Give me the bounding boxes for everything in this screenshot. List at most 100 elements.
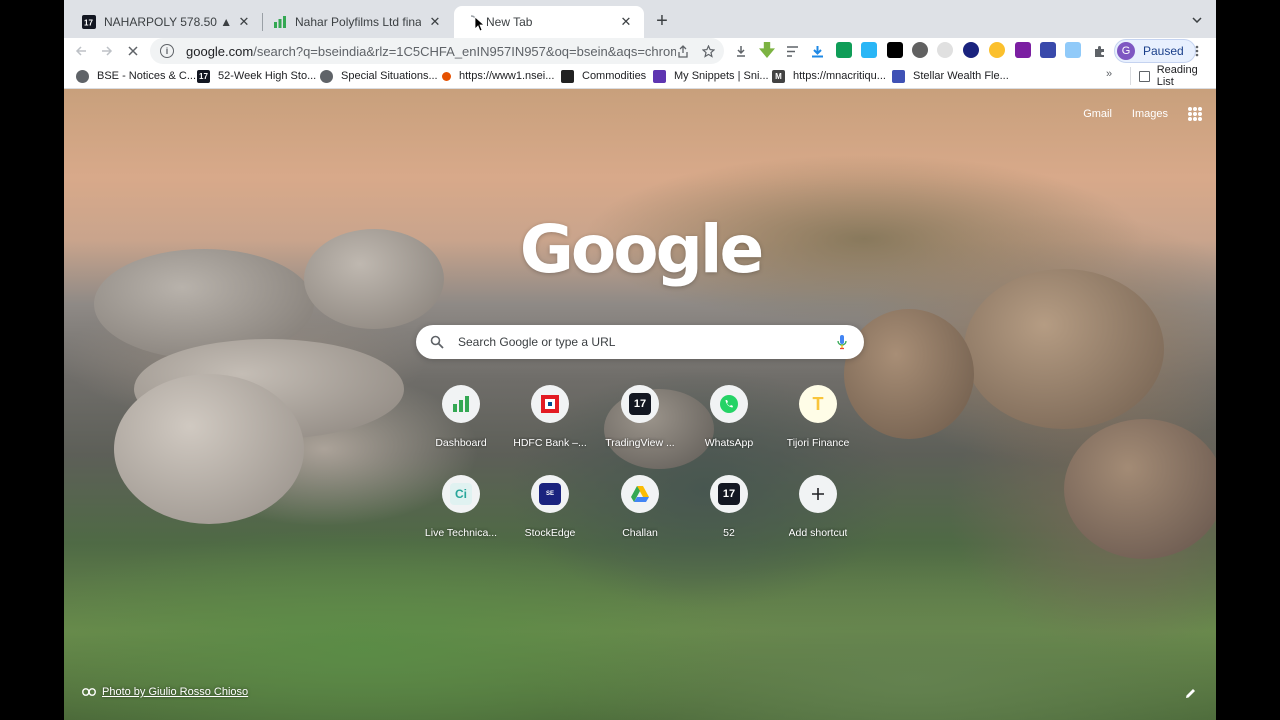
bookmark-item[interactable]: My Snippets | Sni... bbox=[653, 67, 769, 85]
tab-title: NAHARPOLY 578.50 ▲ +1.99% Unnamed bbox=[104, 15, 230, 29]
mna-icon: M bbox=[772, 69, 785, 83]
google-apps-grid-icon[interactable] bbox=[1188, 107, 1202, 121]
extension-sort-icon[interactable] bbox=[783, 42, 801, 60]
extension-gray-icon[interactable] bbox=[912, 42, 928, 58]
url-text[interactable]: google.com/search?q=bseindia&rlz=1C5CHFA… bbox=[186, 44, 676, 59]
bookmark-item[interactable]: Stellar Wealth Fle... bbox=[892, 67, 1009, 85]
bookmark-item[interactable]: https://www1.nsei... bbox=[442, 67, 554, 85]
reading-list-button[interactable]: Reading List bbox=[1130, 64, 1216, 88]
extension-puzzle-blue-icon[interactable] bbox=[1040, 42, 1056, 58]
share-icon[interactable] bbox=[674, 42, 692, 60]
background-rock bbox=[114, 374, 304, 524]
extension-light-blue-icon[interactable] bbox=[1065, 42, 1081, 58]
ntp-search-box[interactable] bbox=[416, 325, 864, 359]
shortcut-live-technical[interactable]: Ci Live Technica... bbox=[416, 469, 506, 553]
shortcut-icon-circle bbox=[799, 475, 837, 513]
shortcut-52[interactable]: 17 52 bbox=[684, 469, 774, 553]
tab-nahar-polyfilms[interactable]: Nahar Polyfilms Ltd financial results ✕ bbox=[263, 6, 453, 38]
close-icon[interactable]: ✕ bbox=[618, 14, 634, 30]
bookmark-label: My Snippets | Sni... bbox=[674, 70, 769, 82]
stop-loading-button[interactable] bbox=[122, 40, 144, 62]
extension-green-grid-icon[interactable] bbox=[836, 42, 852, 58]
whatsapp-icon bbox=[720, 395, 738, 413]
toolbar: i google.com/search?q=bseindia&rlz=1C5CH… bbox=[64, 38, 1216, 64]
google-logo: Google bbox=[519, 210, 765, 288]
bookmark-label: 52-Week High Sto... bbox=[218, 70, 317, 82]
tab-strip: 17 NAHARPOLY 578.50 ▲ +1.99% Unnamed ✕ N… bbox=[64, 0, 1216, 38]
more-menu-icon[interactable] bbox=[1188, 42, 1206, 60]
shortcut-whatsapp[interactable]: WhatsApp bbox=[684, 379, 774, 463]
shortcut-challan[interactable]: Challan bbox=[595, 469, 685, 553]
extension-black-icon[interactable] bbox=[887, 42, 903, 58]
shortcut-icon-circle: Ci bbox=[442, 475, 480, 513]
bookmark-label: Special Situations... bbox=[341, 70, 438, 82]
extension-yellow-circle-icon[interactable] bbox=[989, 42, 1005, 58]
shortcut-label: HDFC Bank –... bbox=[513, 437, 587, 449]
shortcut-icon-circle: 17 bbox=[710, 475, 748, 513]
extension-blue-download-icon[interactable] bbox=[808, 42, 826, 60]
forward-button[interactable] bbox=[96, 40, 118, 62]
bookmark-item[interactable]: 17 52-Week High Sto... bbox=[197, 67, 316, 85]
microphone-icon[interactable] bbox=[836, 334, 848, 350]
tab-title: Nahar Polyfilms Ltd financial results bbox=[295, 15, 421, 29]
shortcut-label: Add shortcut bbox=[788, 527, 848, 539]
shortcut-label: StockEdge bbox=[524, 527, 576, 539]
shortcut-stockedge[interactable]: SE StockEdge bbox=[505, 469, 595, 553]
url-host: google.com bbox=[186, 43, 254, 59]
info-icon[interactable]: i bbox=[160, 44, 174, 58]
ci-icon: Ci bbox=[450, 483, 472, 505]
commodities-icon bbox=[561, 69, 574, 83]
profile-paused-button[interactable]: G Paused bbox=[1114, 39, 1196, 63]
photo-attribution-link[interactable]: Photo by Giulio Rosso Chioso bbox=[82, 686, 248, 698]
images-link[interactable]: Images bbox=[1132, 108, 1168, 120]
bookmark-label: https://www1.nsei... bbox=[459, 70, 555, 82]
stellar-icon bbox=[892, 69, 905, 83]
add-shortcut-button[interactable]: Add shortcut bbox=[773, 469, 863, 553]
extensions-puzzle-icon[interactable] bbox=[1090, 42, 1108, 60]
nse-icon bbox=[442, 71, 451, 81]
shortcut-icon-circle: SE bbox=[531, 475, 569, 513]
bookmark-item[interactable]: BSE - Notices & C... bbox=[76, 67, 196, 85]
profile-status-label: Paused bbox=[1143, 44, 1184, 58]
extension-purple-icon[interactable] bbox=[1015, 42, 1031, 58]
avatar: G bbox=[1117, 42, 1135, 60]
shortcut-icon-circle: T bbox=[799, 385, 837, 423]
browser-window: 17 NAHARPOLY 578.50 ▲ +1.99% Unnamed ✕ N… bbox=[64, 0, 1216, 720]
shortcut-icon-circle bbox=[531, 385, 569, 423]
tab-title: New Tab bbox=[486, 15, 533, 29]
new-tab-button[interactable]: + bbox=[651, 10, 673, 32]
hdfc-icon bbox=[541, 395, 559, 413]
tijori-icon: T bbox=[812, 393, 824, 414]
shortcut-hdfc-bank[interactable]: HDFC Bank –... bbox=[505, 379, 595, 463]
download-icon[interactable] bbox=[732, 42, 750, 60]
tab-naharpoly[interactable]: 17 NAHARPOLY 578.50 ▲ +1.99% Unnamed ✕ bbox=[72, 6, 262, 38]
close-icon[interactable]: ✕ bbox=[236, 14, 252, 30]
shortcut-tradingview[interactable]: 17 TradingView ... bbox=[595, 379, 685, 463]
globe-icon bbox=[320, 69, 333, 83]
bookmark-item[interactable]: M https://mnacritiqu... bbox=[772, 67, 886, 85]
search-input[interactable] bbox=[458, 335, 818, 349]
close-icon[interactable]: ✕ bbox=[427, 14, 443, 30]
bookmark-item[interactable]: Special Situations... bbox=[320, 67, 438, 85]
bookmarks-overflow-chevron-icon[interactable]: » bbox=[1106, 68, 1112, 80]
plus-icon bbox=[812, 488, 824, 500]
tradingview-icon: 17 bbox=[629, 393, 651, 415]
shortcut-label: 52 bbox=[723, 527, 735, 539]
customize-pencil-icon[interactable] bbox=[1184, 687, 1198, 701]
back-button[interactable] bbox=[70, 40, 92, 62]
bookmark-label: Stellar Wealth Fle... bbox=[913, 70, 1009, 82]
address-bar[interactable]: i google.com/search?q=bseindia&rlz=1C5CH… bbox=[150, 38, 724, 64]
extension-navy-circle-icon[interactable] bbox=[963, 42, 979, 58]
shortcut-label: Tijori Finance bbox=[786, 437, 850, 449]
gmail-link[interactable]: Gmail bbox=[1083, 108, 1112, 120]
shortcut-tijori-finance[interactable]: T Tijori Finance bbox=[773, 379, 863, 463]
shortcut-dashboard[interactable]: Dashboard bbox=[416, 379, 506, 463]
bookmark-star-icon[interactable] bbox=[699, 42, 717, 60]
extension-blue-icon[interactable] bbox=[861, 42, 877, 58]
extension-green-download-icon[interactable] bbox=[759, 42, 775, 58]
extension-light-circle-icon[interactable] bbox=[937, 42, 953, 58]
bookmark-item[interactable]: Commodities bbox=[561, 67, 646, 85]
reading-list-icon bbox=[1139, 70, 1150, 82]
tab-search-chevron-icon[interactable] bbox=[1188, 11, 1206, 29]
background-rock bbox=[304, 229, 444, 329]
